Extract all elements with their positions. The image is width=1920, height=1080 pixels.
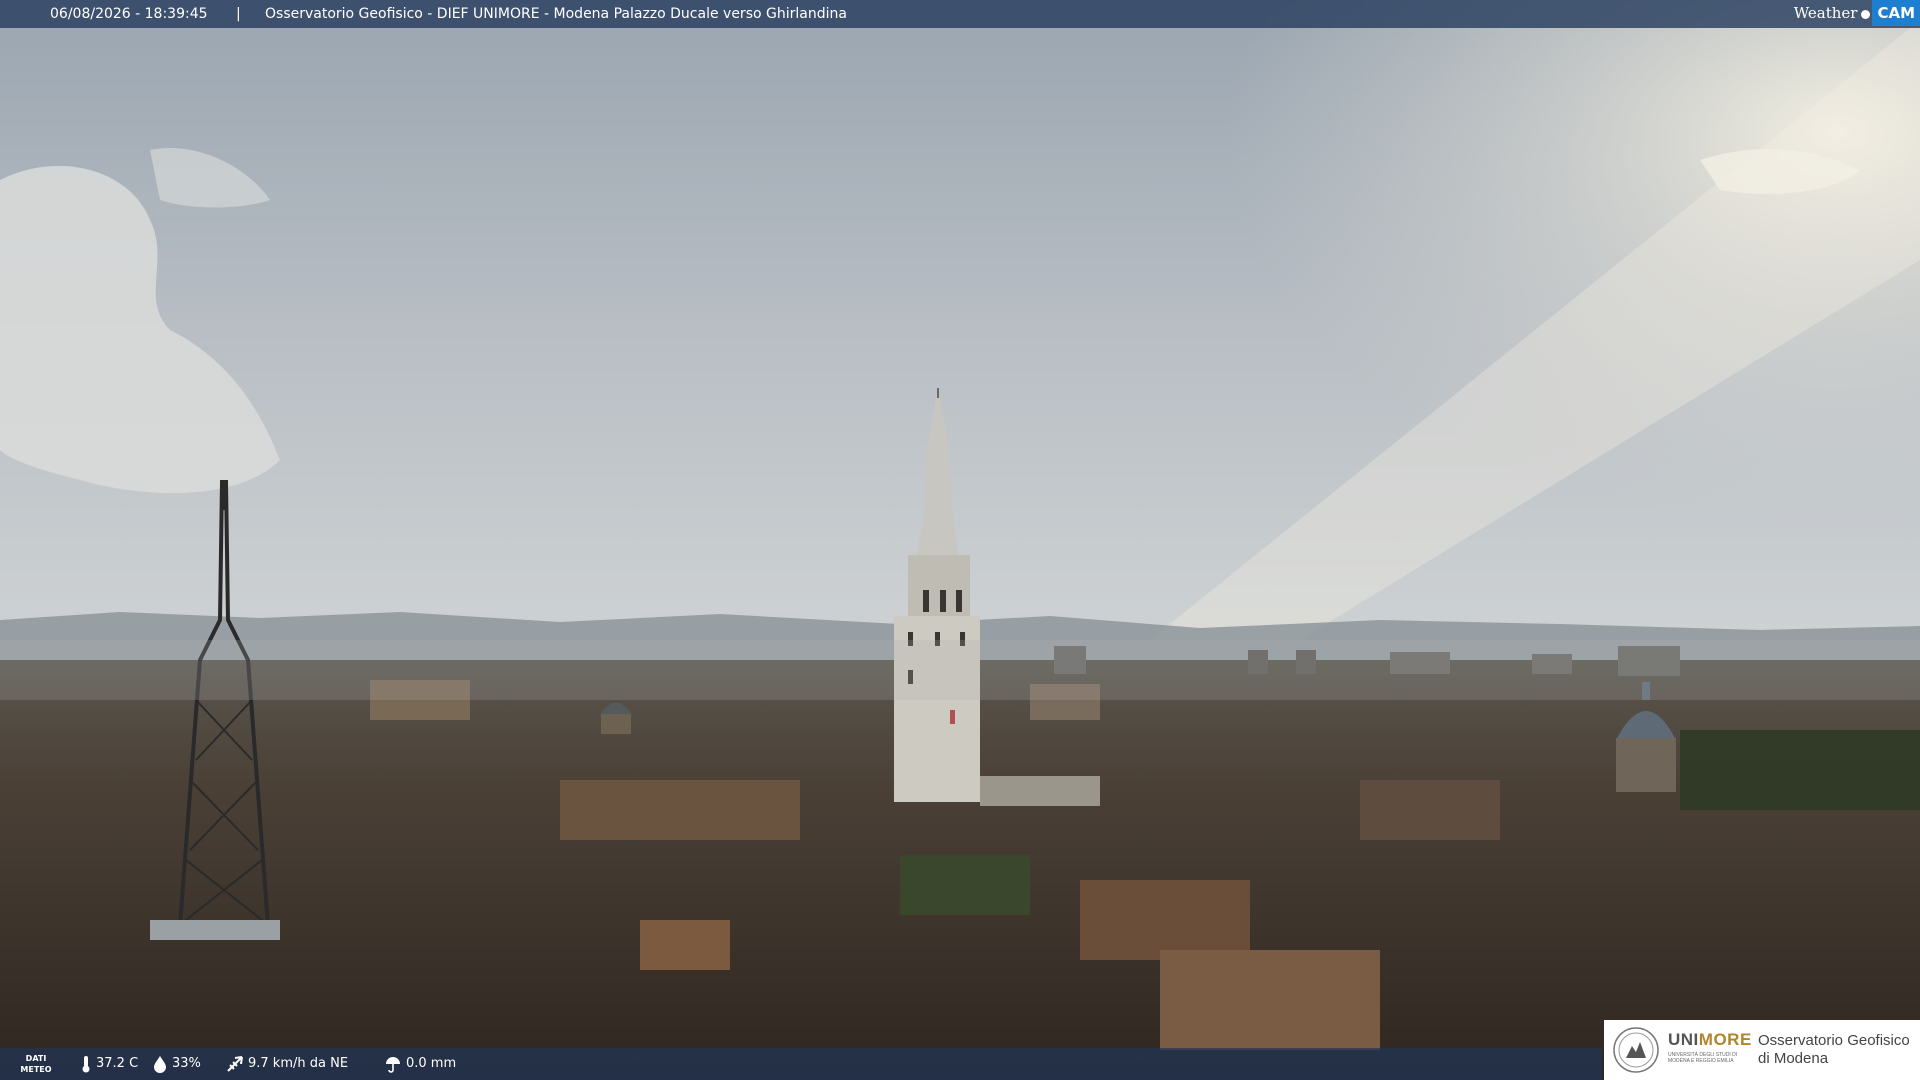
wind-value: 9.7 km/h da NE [248, 1056, 349, 1071]
antenna-base-equipment [150, 920, 280, 940]
building-block [560, 780, 800, 840]
wind-reading: 9.7 km/h da NE [226, 1048, 348, 1080]
humidity-value: 33% [172, 1056, 201, 1071]
observatory-line1: Osservatorio Geofisico [1758, 1032, 1910, 1049]
top-info-bar: 06/08/2026 - 18:39:45 | Osservatorio Geo… [0, 0, 1920, 28]
ghirlandina-window [940, 590, 946, 612]
ghirlandina-cross [937, 388, 939, 398]
trees-center [900, 855, 1030, 915]
ghirlandina-window [956, 590, 962, 612]
university-name: UNIVERSITÀ DEGLI STUDI DI MODENA E REGGI… [1668, 1052, 1738, 1064]
ghirlandina-window [923, 590, 929, 612]
thermometer-icon [82, 1055, 90, 1072]
building-block [1160, 950, 1380, 1050]
observatory-line2: di Modena [1758, 1050, 1829, 1067]
humidity-reading: 33% [152, 1048, 201, 1080]
dati-label-line1: DATI [25, 1054, 47, 1063]
unimore-logo-panel: UNIMORE UNIVERSITÀ DEGLI STUDI DI MODENA… [1604, 1020, 1920, 1080]
rain-reading: 0.0 mm [384, 1048, 456, 1080]
wind-direction-icon [227, 1055, 243, 1072]
ghirlandina-window [950, 710, 955, 724]
weathercam-logo-weather: Weather [1793, 4, 1858, 22]
unimore-more: MORE [1698, 1030, 1752, 1049]
umbrella-icon [386, 1056, 400, 1073]
building-block [1080, 880, 1250, 960]
unimore-uni: UNI [1668, 1030, 1699, 1049]
rain-value: 0.0 mm [406, 1056, 457, 1071]
building-block [1360, 780, 1500, 840]
dati-label-line2: METEO [20, 1065, 52, 1074]
timestamp: 06/08/2026 - 18:39:45 [50, 6, 208, 22]
temperature-value: 37.2 C [96, 1056, 139, 1071]
weathercam-logo: Weather CAM [1794, 0, 1920, 26]
haze [0, 640, 1920, 700]
dati-meteo-label: DATI METEO [18, 1053, 54, 1075]
temperature-reading: 37.2 C [80, 1048, 138, 1080]
weather-data-bar: DATI METEO 37.2 C 33% 9.7 km/h da NE 0.0… [0, 1048, 1602, 1080]
dome-right-drum [1616, 738, 1676, 792]
trees-right [1680, 730, 1920, 810]
unimore-wordmark: UNIMORE [1668, 1030, 1752, 1050]
unimore-seal-icon [1613, 1027, 1659, 1073]
droplet-icon [154, 1055, 166, 1073]
weathercam-logo-cam: CAM [1872, 0, 1920, 26]
camera-title: Osservatorio Geofisico - DIEF UNIMORE - … [265, 6, 847, 22]
title-separator: | [236, 6, 241, 22]
dome-left-drum [601, 714, 631, 734]
weathercam-dot-icon [1861, 9, 1871, 19]
webcam-scene [0, 0, 1920, 1080]
observatory-name: Osservatorio Geofisico di Modena [1758, 1032, 1910, 1068]
building-block [640, 920, 730, 970]
antenna-tip [222, 480, 228, 510]
cathedral-roof [980, 776, 1100, 806]
